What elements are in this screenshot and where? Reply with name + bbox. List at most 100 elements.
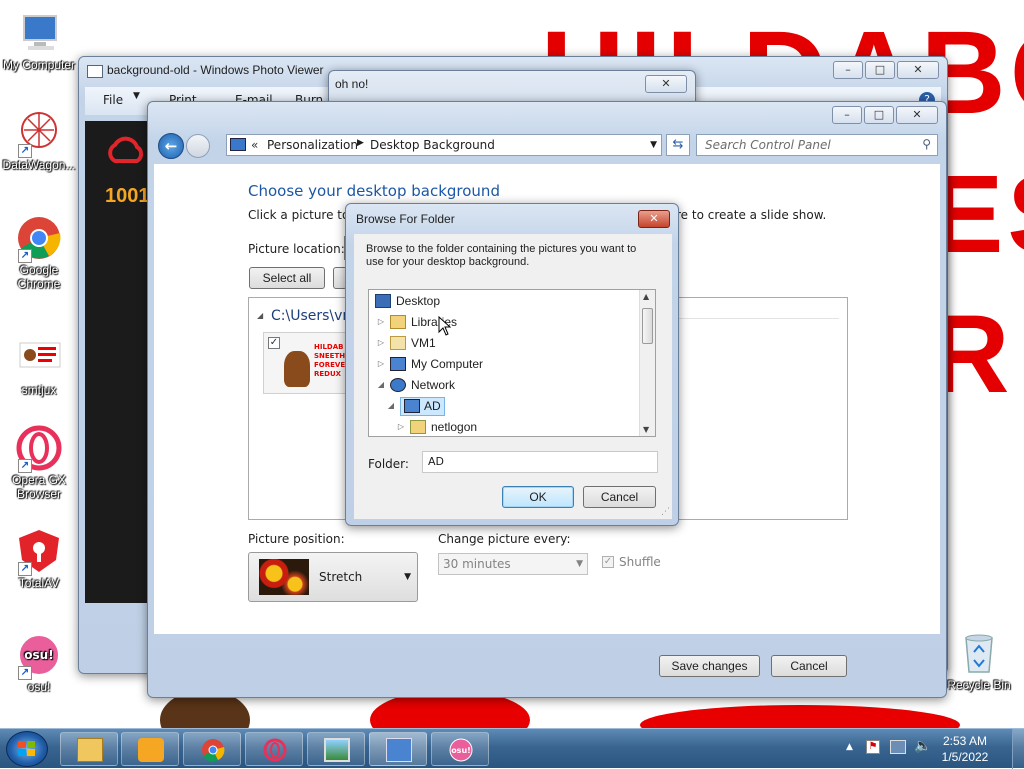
- cancel-button[interactable]: Cancel: [771, 655, 847, 677]
- breadcrumb-overflow-icon[interactable]: «: [251, 138, 258, 152]
- desktop-icon-google-chrome[interactable]: ↗ Google Chrome: [0, 215, 78, 291]
- libraries-icon: [390, 315, 406, 329]
- scrollbar-thumb[interactable]: [642, 308, 653, 344]
- desktop-icon-osu[interactable]: osu! ↗ osu!: [0, 632, 78, 694]
- forward-button[interactable]: [186, 134, 210, 158]
- cancel-button[interactable]: Cancel: [583, 486, 656, 508]
- desktop-icon-label: Opera GX Browser: [11, 473, 67, 501]
- folder-input[interactable]: AD: [422, 451, 658, 473]
- address-bar[interactable]: « Personalization ▶ Desktop Background ▼: [226, 134, 662, 156]
- collapse-triangle-icon[interactable]: ◢: [387, 396, 395, 416]
- close-button[interactable]: ✕: [897, 61, 939, 79]
- close-button[interactable]: ✕: [645, 75, 687, 93]
- clock-date: 1/5/2022: [941, 750, 989, 764]
- back-button[interactable]: ←: [158, 133, 184, 159]
- close-button[interactable]: ✕: [638, 210, 670, 228]
- chevron-down-icon[interactable]: ▼: [650, 140, 657, 150]
- maximize-button[interactable]: □: [864, 106, 894, 124]
- tree-item-vm1[interactable]: ▷ VM1: [377, 333, 436, 353]
- ok-button[interactable]: OK: [502, 486, 574, 508]
- desktop-icon-datawagon[interactable]: ↗ DataWagon...: [0, 110, 78, 172]
- desktop-icon-my-computer[interactable]: My Computer: [0, 10, 78, 72]
- collapse-triangle-icon[interactable]: ◢: [257, 311, 263, 320]
- opera-icon: ↗: [16, 425, 62, 473]
- totalav-icon: ↗: [16, 528, 62, 576]
- search-input[interactable]: Search Control Panel ⚲: [696, 134, 938, 156]
- taskbar-control-panel[interactable]: [369, 732, 427, 766]
- instruction-text-end: re to create a slide show.: [676, 208, 827, 222]
- picture-position-dropdown[interactable]: Stretch ▼: [248, 552, 418, 602]
- tree-item-network[interactable]: ◢ Network: [377, 375, 455, 395]
- tree-item-my-computer[interactable]: ▷ My Computer: [377, 354, 483, 374]
- recycle-bin-icon: [956, 630, 1002, 676]
- chevron-down-icon: ▼: [404, 572, 411, 582]
- taskbar-chrome[interactable]: [183, 732, 241, 766]
- desktop-icon-totalav[interactable]: ↗ TotalAV: [0, 528, 78, 590]
- collapse-triangle-icon[interactable]: ◢: [377, 375, 385, 395]
- maximize-button[interactable]: □: [865, 61, 895, 79]
- volume-icon[interactable]: 🔈: [914, 738, 931, 754]
- breadcrumb-desktop-background[interactable]: Desktop Background: [370, 138, 495, 152]
- minimize-button[interactable]: –: [832, 106, 862, 124]
- shuffle-label: Shuffle: [619, 555, 661, 569]
- expand-triangle-icon[interactable]: ▷: [397, 417, 405, 436]
- picture-position-label: Picture position:: [248, 532, 345, 546]
- save-changes-button[interactable]: Save changes: [659, 655, 760, 677]
- show-hidden-icons-icon[interactable]: ▲: [846, 742, 853, 752]
- tree-item-desktop[interactable]: Desktop: [375, 291, 440, 311]
- taskbar-opera[interactable]: [245, 732, 303, 766]
- desktop-icon-recycle-bin[interactable]: Recycle Bin: [940, 630, 1018, 692]
- breadcrumb-personalization[interactable]: Personalization: [267, 138, 358, 152]
- action-center-flag-icon[interactable]: ⚑: [866, 740, 880, 754]
- cloud-logo-icon: [108, 136, 144, 163]
- shuffle-checkbox[interactable]: ✓: [602, 556, 614, 568]
- thumbnail-checkbox[interactable]: ✓: [268, 337, 280, 349]
- taskbar-osu[interactable]: osu!: [431, 732, 489, 766]
- svg-text:osu!: osu!: [451, 746, 471, 755]
- search-icon[interactable]: ⚲: [922, 137, 931, 151]
- close-button[interactable]: ✕: [896, 106, 938, 124]
- desktop-icon-label: smtjux: [21, 383, 57, 397]
- dialog-description: Browse to the folder containing the pict…: [366, 243, 637, 268]
- tree-item-netlogon[interactable]: ▷ netlogon: [397, 417, 477, 436]
- scroll-up-icon[interactable]: ▲: [643, 292, 649, 301]
- desktop-icon-smtjux[interactable]: smtjux: [0, 335, 78, 397]
- change-interval-select[interactable]: 30 minutes ▼: [438, 553, 588, 575]
- network-tray-icon[interactable]: [890, 740, 906, 754]
- resize-grip-icon[interactable]: ⋰: [661, 507, 670, 517]
- tree-scrollbar[interactable]: ▲ ▼: [639, 290, 655, 436]
- menu-file[interactable]: File: [103, 93, 123, 107]
- change-interval-value: 30 minutes: [443, 557, 511, 571]
- taskbar-explorer[interactable]: [60, 732, 118, 766]
- desktop-icon-label: DataWagon...: [2, 158, 76, 172]
- folder-label: Folder:: [368, 457, 409, 471]
- tree-item-selected: AD: [400, 396, 445, 416]
- show-desktop-button[interactable]: [1012, 729, 1024, 769]
- caption-buttons: – □ ✕: [833, 61, 939, 79]
- tree-item-label: My Computer: [411, 357, 484, 371]
- expand-triangle-icon[interactable]: ▷: [377, 312, 385, 332]
- clock-time: 2:53 AM: [942, 734, 988, 748]
- computer-icon: [16, 10, 62, 56]
- shortcut-arrow-icon: ↗: [18, 144, 32, 158]
- picture-thumbnail[interactable]: ✓ HILDAB SNEETH FOREVE REDUX: [263, 332, 353, 394]
- chevron-down-icon: ▼: [133, 91, 140, 101]
- photo-viewer-image: 1001: [85, 121, 150, 603]
- desktop-icon-opera-gx[interactable]: ↗ Opera GX Browser: [0, 425, 78, 501]
- system-clock[interactable]: 2:53 AM 1/5/2022: [930, 733, 1000, 765]
- tree-item-label: Desktop: [396, 294, 441, 308]
- expand-triangle-icon[interactable]: ▷: [377, 354, 385, 374]
- explorer-icon: [77, 738, 103, 762]
- expand-triangle-icon[interactable]: ▷: [377, 333, 385, 353]
- minimize-button[interactable]: –: [833, 61, 863, 79]
- browse-for-folder-dialog[interactable]: Browse For Folder ✕ Browse to the folder…: [345, 203, 679, 526]
- taskbar-media-player[interactable]: [121, 732, 179, 766]
- start-orb-icon[interactable]: [6, 731, 48, 767]
- tree-item-ad[interactable]: ◢ AD: [387, 396, 445, 416]
- scroll-down-icon[interactable]: ▼: [643, 425, 649, 434]
- folder-tree[interactable]: Desktop ▷ Libraries ▷ VM1 ▷ My Computer …: [368, 289, 656, 437]
- refresh-button[interactable]: ⇆: [666, 134, 690, 156]
- taskbar-photo-viewer[interactable]: [307, 732, 365, 766]
- network-computer-icon: [404, 399, 420, 413]
- select-all-button[interactable]: Select all: [249, 267, 325, 289]
